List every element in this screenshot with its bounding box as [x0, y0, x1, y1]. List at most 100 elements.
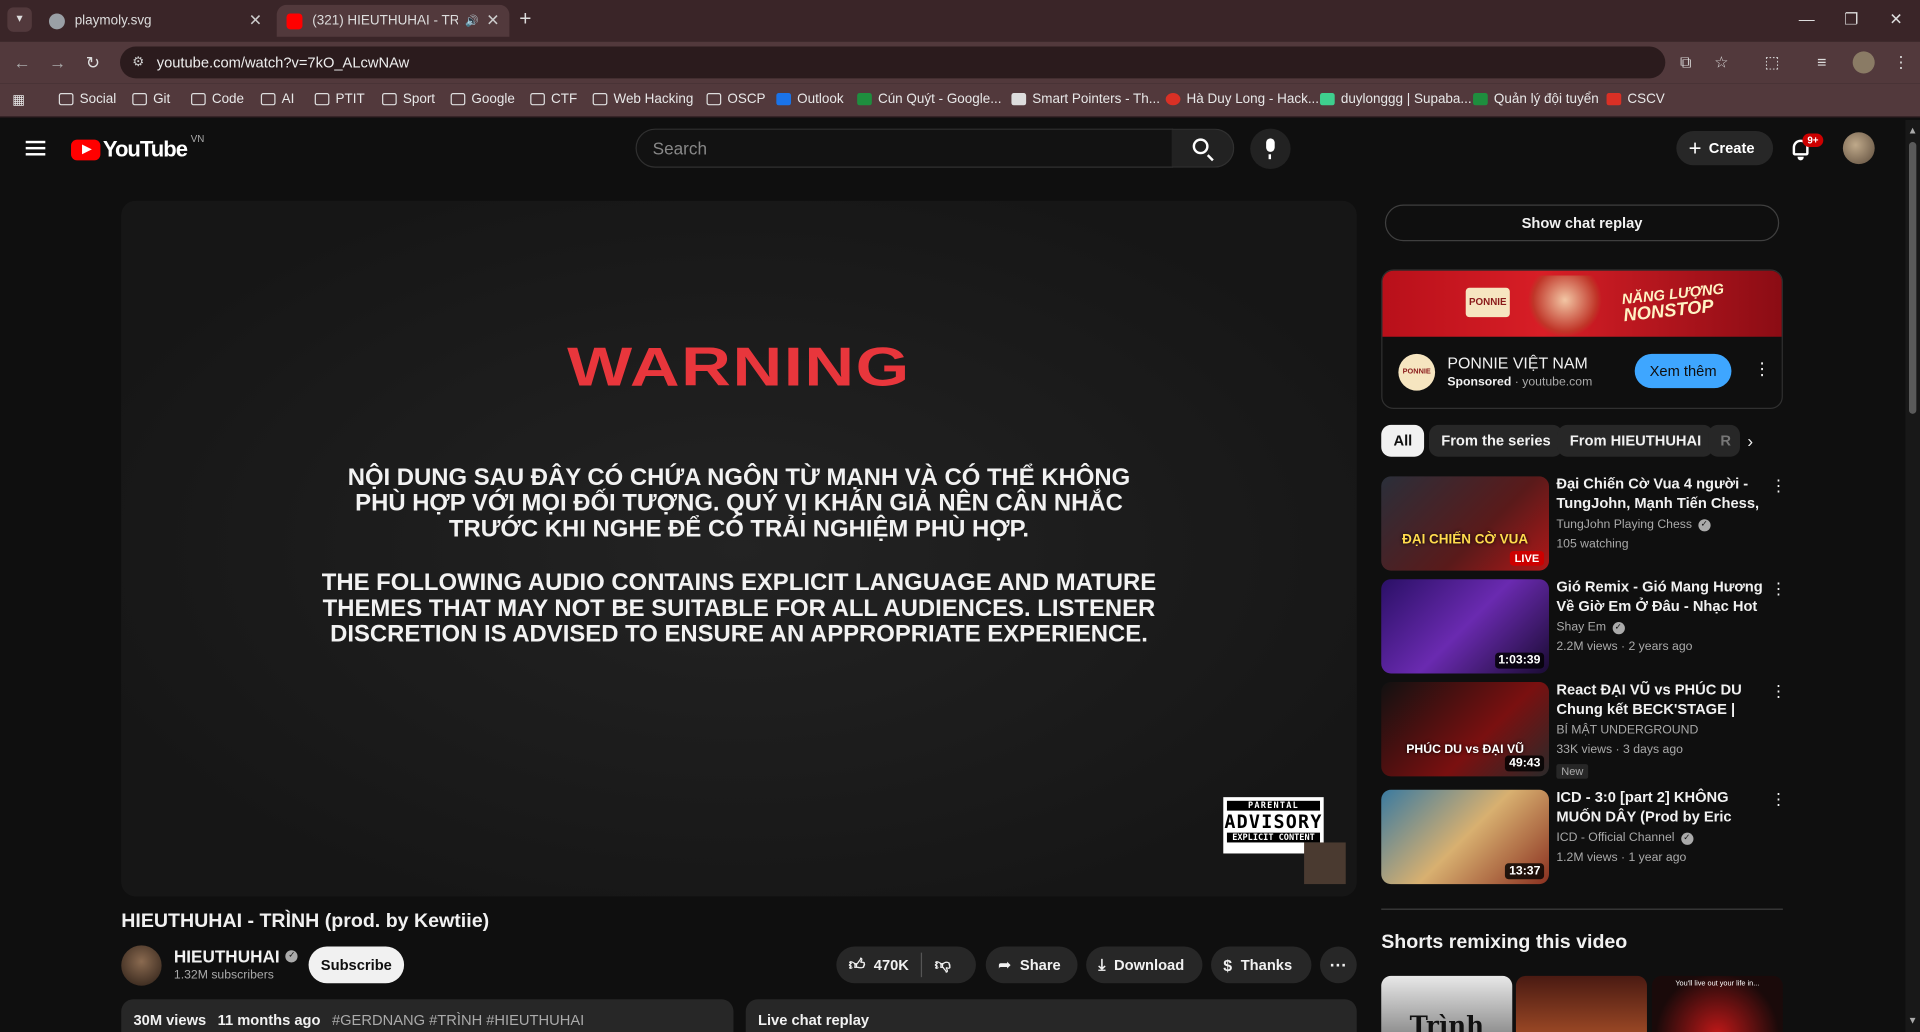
ad-cta-button[interactable]: Xem thêm — [1634, 353, 1732, 389]
close-tab-icon[interactable]: ✕ — [249, 11, 262, 31]
window-close-icon[interactable]: ✕ — [1889, 10, 1902, 30]
voice-search-button[interactable] — [1250, 128, 1291, 169]
recommendation-title[interactable]: Đại Chiến Cờ Vua 4 người - TungJohn, Mạn… — [1556, 474, 1764, 513]
browser-menu-icon[interactable]: ⋮ — [1893, 53, 1909, 73]
sponsored-ad-card[interactable]: PONNIE NĂNG LƯỢNG NONSTOP PONNIE PONNIE V… — [1381, 269, 1783, 409]
close-tab-icon[interactable]: ✕ — [486, 11, 499, 31]
install-app-icon[interactable]: ⧉ — [1680, 53, 1691, 73]
channel-name[interactable]: HIEUTHUHAI ✓ — [174, 947, 298, 966]
account-avatar[interactable] — [1842, 132, 1875, 165]
bookmark-quan-ly[interactable]: Quản lý đội tuyển — [1473, 92, 1599, 107]
video-thumbnail[interactable]: 13:37 — [1381, 789, 1549, 885]
minimize-icon[interactable]: — — [1799, 10, 1815, 28]
scroll-up-icon[interactable]: ▲ — [1908, 125, 1918, 136]
recommendation-channel[interactable]: BÍ MẬT UNDERGROUND — [1556, 724, 1698, 737]
recommendation-item[interactable]: PHÚC DU vs ĐẠI VŨ 49:43 React ĐẠI VŨ vs … — [1381, 680, 1787, 779]
apps-grid-icon[interactable]: ▦ — [12, 92, 25, 108]
advisory-main-text: ADVISORY — [1224, 810, 1323, 833]
hamburger-menu-icon[interactable] — [25, 140, 46, 156]
recommendation-title[interactable]: Gió Remix - Gió Mang Hương Về Giờ Em Ở Đ… — [1556, 577, 1764, 616]
video-thumbnail[interactable]: ĐẠI CHIẾN CỜ VUA LIVE — [1381, 476, 1549, 571]
chevron-right-icon[interactable]: › — [1747, 431, 1753, 451]
share-button[interactable]: ➦ Share — [985, 946, 1078, 984]
bookmark-git[interactable]: Git — [132, 92, 170, 107]
kebab-menu-icon[interactable]: ⋮ — [1753, 359, 1770, 380]
channel-avatar[interactable] — [121, 945, 162, 986]
search-button[interactable] — [1171, 128, 1235, 168]
subscribe-button[interactable]: Subscribe — [308, 946, 405, 984]
bookmark-sport[interactable]: Sport — [382, 92, 435, 107]
kebab-menu-icon[interactable]: ⋮ — [1771, 476, 1787, 496]
bookmark-google[interactable]: Google — [450, 92, 515, 107]
bookmark-code[interactable]: Code — [191, 92, 244, 107]
bookmark-cun-quyt[interactable]: Cún Quýt - Google... — [857, 92, 1002, 107]
reload-icon[interactable]: ↻ — [86, 53, 100, 74]
page-scrollbar[interactable]: ▲ ▼ — [1905, 120, 1920, 1032]
bookmark-star-icon[interactable]: ☆ — [1714, 53, 1728, 73]
bookmark-oscp[interactable]: OSCP — [706, 92, 766, 107]
hashtags[interactable]: #GERDNANG #TRÌNH #HIEUTHUHAI — [332, 1011, 584, 1028]
forward-icon[interactable]: → — [49, 53, 66, 73]
kebab-menu-icon[interactable]: ⋮ — [1771, 579, 1787, 599]
speaker-icon[interactable]: 🔊 — [465, 14, 479, 27]
thanks-button[interactable]: $ Thanks — [1211, 946, 1312, 984]
thumbs-up-icon[interactable]: 👍︎ — [849, 955, 866, 975]
kebab-menu-icon[interactable]: ⋮ — [1771, 790, 1787, 810]
short-thumbnail[interactable]: You'll live out your life in... — [1651, 975, 1783, 1032]
bookmark-ai[interactable]: AI — [260, 92, 294, 107]
video-thumbnail[interactable]: 1:03:39 — [1381, 579, 1549, 674]
chip-from-the-series[interactable]: From the series — [1428, 424, 1563, 457]
bookmark-outlook[interactable]: Outlook — [776, 92, 844, 107]
short-thumbnail[interactable]: Trình — [1381, 975, 1513, 1032]
live-chat-replay-header[interactable]: Live chat replay — [745, 999, 1357, 1032]
create-button[interactable]: + Create — [1676, 131, 1774, 166]
description-box[interactable]: 30M views 11 months ago #GERDNANG #TRÌNH… — [121, 999, 734, 1032]
back-icon[interactable]: ← — [13, 53, 30, 73]
bookmark-smart-pointers[interactable]: Smart Pointers - Th... — [1011, 92, 1160, 107]
youtube-logo[interactable]: YouTube VN — [71, 133, 204, 163]
video-thumbnail[interactable]: PHÚC DU vs ĐẠI VŨ 49:43 — [1381, 682, 1549, 777]
scroll-down-icon[interactable]: ▼ — [1908, 1015, 1918, 1026]
chip-from-hieuthuhai[interactable]: From HIEUTHUHAI — [1557, 424, 1714, 457]
scrollbar-thumb[interactable] — [1908, 142, 1917, 414]
tab-search-button[interactable]: ▾ — [7, 7, 32, 32]
recommendation-channel[interactable]: ICD - Official Channel ✓ — [1556, 831, 1693, 845]
thumbs-down-icon[interactable]: 👎︎ — [935, 955, 951, 975]
address-bar[interactable]: ⚙ youtube.com/watch?v=7kO_ALcwNAw — [120, 46, 1666, 79]
recommendation-item[interactable]: 1:03:39 Gió Remix - Gió Mang Hương Về Gi… — [1381, 577, 1787, 675]
ad-banner[interactable]: PONNIE NĂNG LƯỢNG NONSTOP — [1382, 270, 1782, 337]
bookmark-cscv[interactable]: CSCV — [1606, 92, 1665, 107]
show-chat-replay-button[interactable]: Show chat replay — [1384, 204, 1780, 242]
browser-tab-playmoly[interactable]: playmoly.svg ✕ — [39, 5, 272, 37]
recommendation-title[interactable]: React ĐẠI VŨ vs PHÚC DU Chung kết BECK'S… — [1556, 680, 1764, 719]
verified-check-icon: ✓ — [1698, 518, 1711, 531]
new-tab-button[interactable]: + — [519, 7, 531, 31]
browser-tab-youtube[interactable]: (321) HIEUTHUHAI - TRÌNH 🔊 ✕ — [276, 4, 510, 37]
short-thumbnail[interactable] — [1515, 975, 1647, 1032]
video-player[interactable]: WARNING NỘI DUNG SAU ĐÂY CÓ CHỨA NGÔN TỪ… — [121, 200, 1357, 897]
more-actions-button[interactable]: ··· — [1320, 946, 1357, 984]
download-button[interactable]: ⤓ Download — [1086, 946, 1203, 984]
bookmark-supabase[interactable]: duylonggg | Supaba... — [1320, 92, 1472, 107]
bookmark-ha-duy-long[interactable]: Hà Duy Long - Hack... — [1165, 92, 1319, 107]
site-info-icon[interactable]: ⚙ — [132, 54, 144, 70]
media-control-icon[interactable]: ≡ — [1817, 53, 1826, 71]
bookmark-web-hacking[interactable]: Web Hacking — [592, 92, 693, 107]
search-input[interactable] — [636, 129, 1172, 167]
recommendation-item[interactable]: 13:37 ICD - 3:0 [part 2] KHÔNG MUỐN DÂY … — [1381, 787, 1787, 886]
extensions-icon[interactable]: ⬚ — [1765, 53, 1780, 73]
chip-partial[interactable]: R — [1708, 424, 1741, 457]
recommendation-item[interactable]: ĐẠI CHIẾN CỜ VUA LIVE Đại Chiến Cờ Vua 4… — [1381, 474, 1787, 572]
recommendation-channel[interactable]: Shay Em ✓ — [1556, 621, 1625, 634]
browser-profile-avatar[interactable] — [1852, 51, 1875, 74]
restore-icon[interactable]: ❐ — [1844, 10, 1858, 30]
like-count[interactable]: 470K — [874, 956, 909, 973]
bookmark-ctf[interactable]: CTF — [530, 92, 577, 107]
bookmark-social[interactable]: Social — [58, 92, 116, 107]
url-text[interactable]: youtube.com/watch?v=7kO_ALcwNAw — [157, 54, 410, 71]
kebab-menu-icon[interactable]: ⋮ — [1771, 682, 1787, 702]
chip-all[interactable]: All — [1381, 424, 1425, 457]
recommendation-title[interactable]: ICD - 3:0 [part 2] KHÔNG MUỐN DÂY (Prod … — [1556, 787, 1764, 826]
bookmark-ptit[interactable]: PTIT — [314, 92, 365, 107]
recommendation-channel[interactable]: TungJohn Playing Chess ✓ — [1556, 518, 1711, 531]
